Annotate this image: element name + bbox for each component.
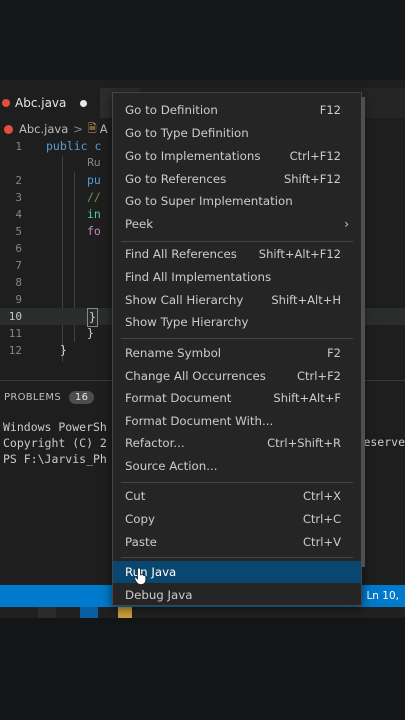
tab-label: Abc.java: [15, 96, 67, 110]
menu-item-go-to-definition[interactable]: Go to Definition F12: [113, 99, 361, 121]
menu-item-go-to-references[interactable]: Go to References Shift+F12: [113, 168, 361, 190]
menu-item-debug-java[interactable]: Debug Java: [113, 584, 361, 606]
menu-item-show-call-hierarchy[interactable]: Show Call Hierarchy Shift+Alt+H: [113, 289, 361, 311]
breadcrumb: Abc.java > 🗎 A: [0, 120, 108, 138]
breadcrumb-file[interactable]: Abc.java: [19, 122, 68, 136]
unsaved-dot-icon[interactable]: [80, 99, 88, 107]
codelens-run[interactable]: Ru: [87, 155, 100, 172]
tab-problems[interactable]: PROBLEMS: [4, 392, 61, 403]
panel-tabs: PROBLEMS 16: [4, 391, 95, 404]
menu-item-source-action[interactable]: Source Action...: [113, 455, 361, 477]
menu-item-go-to-type-definition[interactable]: Go to Type Definition: [113, 122, 361, 144]
error-dot-icon: [4, 124, 13, 134]
menu-item-run-java[interactable]: Run Java: [113, 561, 361, 583]
menu-item-cut[interactable]: Cut Ctrl+X: [113, 485, 361, 507]
menu-item-show-type-hierarchy[interactable]: Show Type Hierarchy: [113, 311, 361, 333]
menu-item-format-document[interactable]: Format Document Shift+Alt+F: [113, 387, 361, 409]
menu-item-go-to-implementations[interactable]: Go to Implementations Ctrl+F12: [113, 145, 361, 167]
problems-count-badge: 16: [68, 391, 95, 404]
menu-item-format-document-with[interactable]: Format Document With...: [113, 410, 361, 432]
terminal-output[interactable]: Windows PowerSh Copyright (C) 2 PS F:\Jarv…: [3, 419, 107, 467]
status-cursor-position[interactable]: Ln 10,: [360, 585, 405, 607]
tab-abc-java[interactable]: Abc.java: [0, 88, 100, 118]
context-menu: Go to Definition F12 Go to Type Definitio…: [112, 92, 365, 606]
menu-separator: [121, 241, 353, 242]
menu-item-paste[interactable]: Paste Ctrl+V: [113, 531, 361, 553]
video-bottom-bar: [0, 618, 405, 720]
menu-item-change-all-occurrences[interactable]: Change All Occurrences Ctrl+F2: [113, 365, 361, 387]
video-top-bar: [0, 0, 405, 80]
menu-item-refactor[interactable]: Refactor... Ctrl+Shift+R: [113, 432, 361, 454]
error-dot-icon: [2, 99, 10, 107]
menu-separator: [121, 338, 353, 339]
menu-item-find-all-references[interactable]: Find All References Shift+Alt+F12: [113, 243, 361, 265]
menu-separator: [121, 482, 353, 483]
menu-item-go-to-super-implementation[interactable]: Go to Super Implementation: [113, 190, 361, 212]
menu-item-copy[interactable]: Copy Ctrl+C: [113, 508, 361, 530]
menu-item-rename-symbol[interactable]: Rename Symbol F2: [113, 342, 361, 364]
class-icon: 🗎: [87, 121, 97, 135]
chevron-right-icon: ›: [344, 217, 349, 231]
breadcrumb-symbol[interactable]: A: [100, 122, 108, 136]
menu-item-peek[interactable]: Peek ›: [113, 213, 361, 235]
menu-scrollbar[interactable]: [361, 97, 365, 567]
breadcrumb-separator: >: [73, 122, 83, 136]
menu-separator: [121, 557, 353, 558]
mouse-pointer-icon: [134, 567, 146, 585]
menu-item-find-all-implementations[interactable]: Find All Implementations: [113, 266, 361, 288]
